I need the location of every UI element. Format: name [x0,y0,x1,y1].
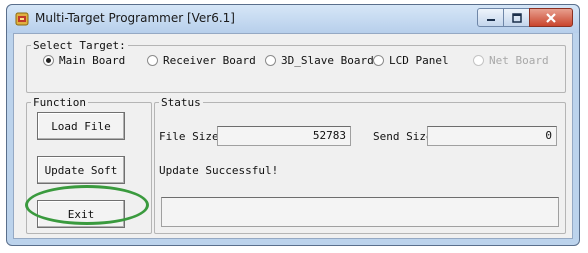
close-icon [546,12,556,23]
send-size-field: 0 [427,126,557,146]
radio-net-board: Net Board [473,54,549,67]
maximize-button[interactable] [503,8,530,27]
radio-button[interactable] [265,55,276,66]
status-message: Update Successful! [159,164,279,177]
radio-main-board[interactable]: Main Board [43,54,125,67]
radio-button[interactable] [147,55,158,66]
app-window: Multi-Target Programmer [Ver6.1] Select … [6,4,580,246]
file-size-field: 52783 [217,126,351,146]
radio-label: Net Board [489,54,549,67]
radio-button [473,55,484,66]
radio-label: Main Board [59,54,126,67]
radio-label: Receiver Board [163,54,256,67]
radio-lcd-panel[interactable]: LCD Panel [373,54,449,67]
minimize-button[interactable] [477,8,504,27]
select-target-legend: Select Target: [33,39,126,52]
minimize-icon [486,18,495,21]
maximize-icon [511,12,522,23]
close-button[interactable] [529,8,573,27]
function-group: Function Load File Update Soft Exit [26,96,152,234]
load-file-button[interactable]: Load File [37,112,125,140]
radio-button[interactable] [43,55,54,66]
window-title: Multi-Target Programmer [Ver6.1] [35,11,235,25]
radio-label: 3D_Slave Board [281,54,374,67]
exit-button[interactable]: Exit [37,200,125,228]
file-size-label: File Size: [159,130,226,143]
radio-3d-slave-board[interactable]: 3D_Slave Board [265,54,374,67]
target-radio-row: Main Board Receiver Board 3D_Slave Board… [43,54,565,72]
function-legend: Function [33,96,86,109]
radio-button[interactable] [373,55,384,66]
radio-label: LCD Panel [389,54,449,67]
send-size-label: Send Size [373,130,433,143]
status-legend: Status [161,96,201,109]
programmer-app-icon [15,12,29,26]
status-group: Status File Size: 52783 Send Size 0 Upda… [154,96,566,234]
radio-receiver-board[interactable]: Receiver Board [147,54,256,67]
title-bar[interactable]: Multi-Target Programmer [Ver6.1] [7,5,579,33]
select-target-group: Select Target: Main Board Receiver Board… [26,39,566,93]
status-bar [161,197,559,227]
update-soft-button[interactable]: Update Soft [37,156,125,184]
client-area: Select Target: Main Board Receiver Board… [13,33,573,239]
